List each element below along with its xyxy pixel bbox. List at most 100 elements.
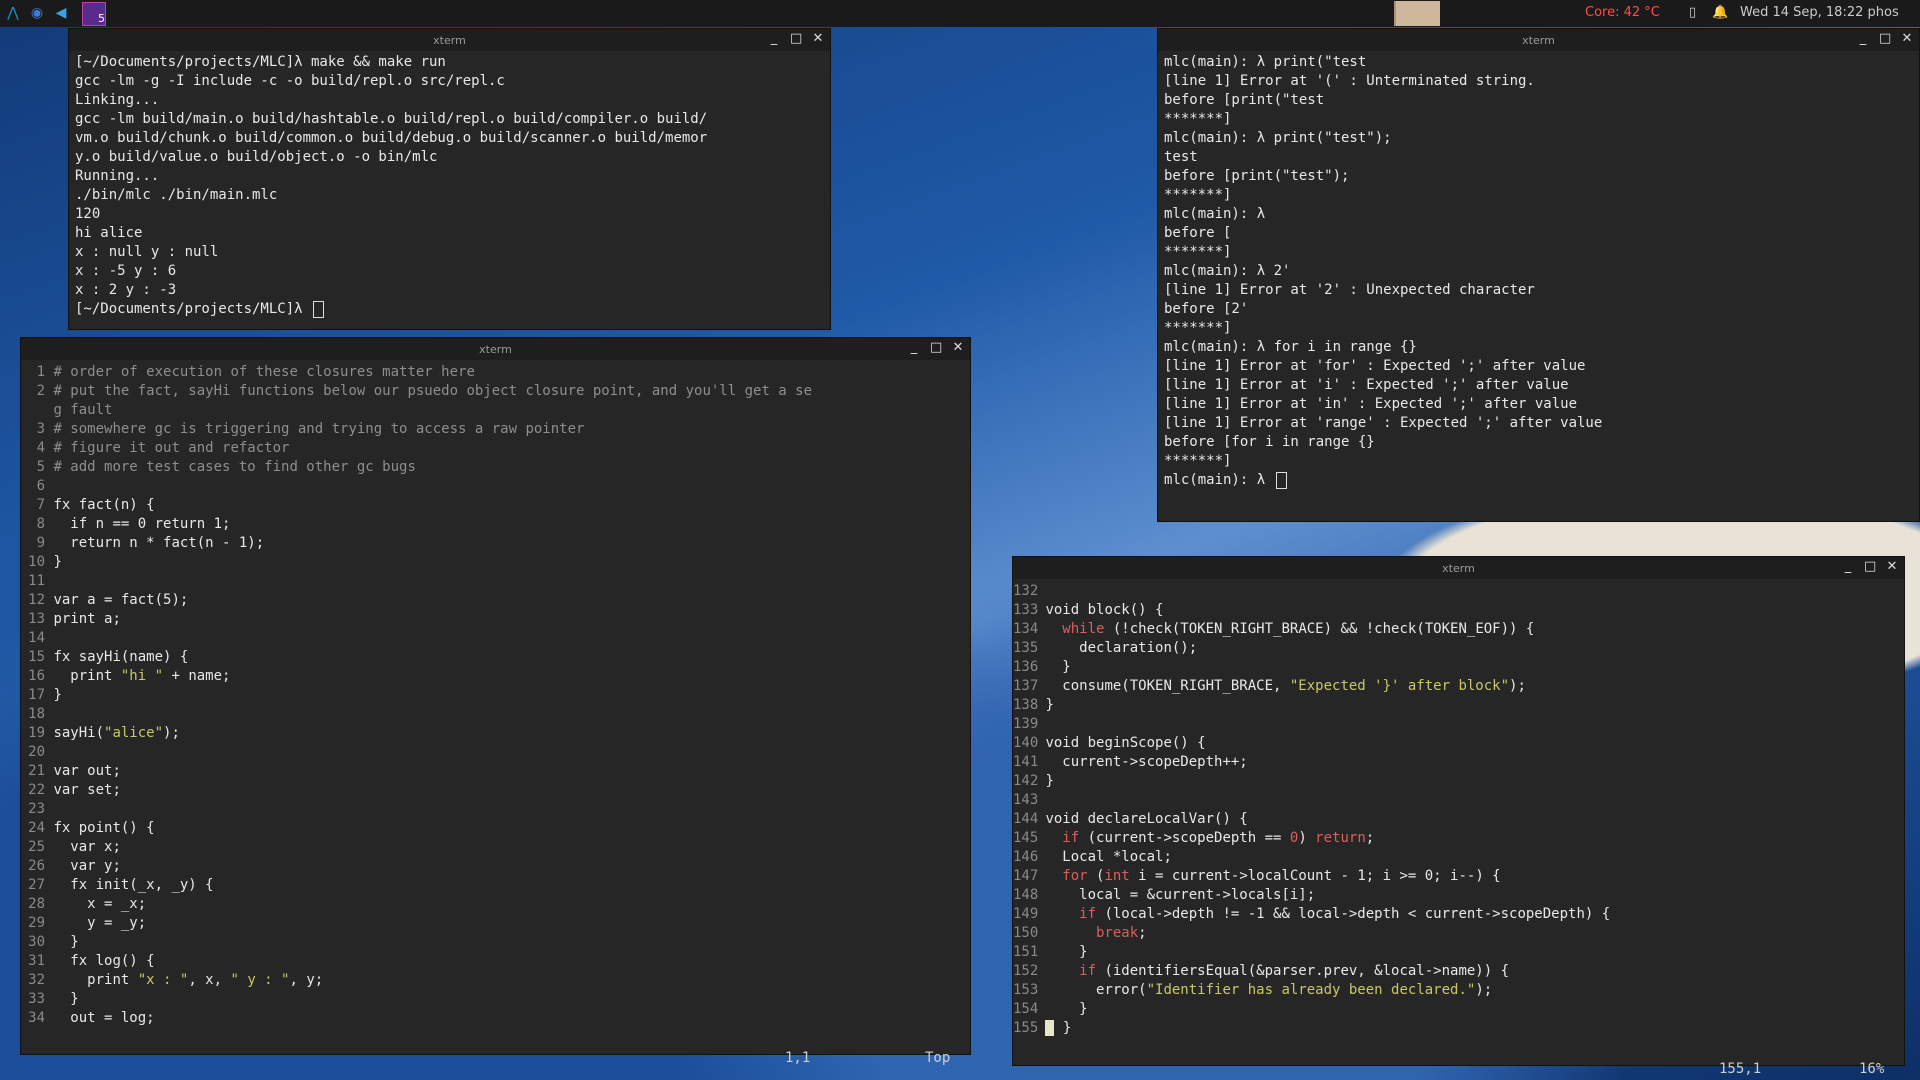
code-token: # add more test cases to find other gc b… bbox=[53, 459, 416, 475]
code-line: 136 } bbox=[1013, 658, 1904, 677]
code-line: 34 out = log; bbox=[21, 1009, 970, 1028]
line-number: 33 bbox=[28, 991, 45, 1007]
xterm-make-window[interactable]: xterm _ □ ✕ [~/Documents/projects/MLC]λ ma… bbox=[68, 28, 831, 330]
code-token: , y; bbox=[289, 972, 324, 988]
line-number: 6 bbox=[36, 478, 45, 494]
code-token: local = &current->locals[i]; bbox=[1045, 887, 1316, 903]
tray-thumbnail[interactable] bbox=[1394, 1, 1440, 26]
close-icon[interactable]: ✕ bbox=[1886, 559, 1898, 574]
code-line: 152 if (identifiersEqual(&parser.prev, &… bbox=[1013, 962, 1904, 981]
code-line: 4 # figure it out and refactor bbox=[21, 439, 970, 458]
code-token: if n == 0 return 1; bbox=[53, 516, 231, 532]
code-token: ; bbox=[1365, 830, 1375, 846]
repl-output[interactable]: mlc(main): λ print("test [line 1] Error a… bbox=[1158, 51, 1919, 490]
code-line: 142 } bbox=[1013, 772, 1904, 791]
code-token: # put the fact, sayHi functions below ou… bbox=[53, 383, 813, 399]
maximize-icon[interactable]: □ bbox=[930, 340, 942, 355]
code-line: 6 bbox=[21, 477, 970, 496]
code-line: 138 } bbox=[1013, 696, 1904, 715]
terminal-line: gcc -lm -g -I include -c -o build/repl.o… bbox=[75, 73, 505, 89]
code-token: } bbox=[1045, 944, 1088, 960]
terminal-cursor bbox=[1275, 471, 1287, 489]
minimize-icon[interactable]: _ bbox=[1857, 31, 1869, 46]
code-token: print bbox=[53, 972, 138, 988]
code-line: 140 void beginScope() { bbox=[1013, 734, 1904, 753]
line-number: 13 bbox=[28, 611, 45, 627]
terminal-line: before [print("test bbox=[1164, 92, 1325, 108]
code-line: 1 # order of execution of these closures… bbox=[21, 363, 970, 382]
line-number: 5 bbox=[36, 459, 45, 475]
code-line: 13 print a; bbox=[21, 610, 970, 629]
line-number: 34 bbox=[28, 1010, 45, 1026]
line-number: 145 bbox=[1013, 830, 1039, 846]
code-token: } bbox=[1045, 1001, 1088, 1017]
code-token: (!check(TOKEN_RIGHT_BRACE) && !check(TOK… bbox=[1104, 621, 1535, 637]
vscode-icon[interactable]: ◀ bbox=[52, 4, 70, 22]
code-token: break bbox=[1096, 925, 1139, 941]
code-token: fx sayHi(name) { bbox=[53, 649, 189, 665]
window-titlebar[interactable]: xterm _ □ ✕ bbox=[1013, 557, 1904, 579]
terminal-line: y.o build/value.o build/object.o -o bin/… bbox=[75, 149, 438, 165]
code-token: if bbox=[1079, 906, 1097, 922]
xterm-vim-mlc-window[interactable]: xterm _ □ ✕ 1 # order of execution of thes… bbox=[20, 337, 971, 1066]
line-number: 149 bbox=[1013, 906, 1039, 922]
window-titlebar[interactable]: xterm _ □ ✕ bbox=[1158, 29, 1919, 51]
arch-icon[interactable]: ⋀ bbox=[4, 4, 22, 22]
line-number: 155 bbox=[1013, 1020, 1039, 1036]
code-line: 11 bbox=[21, 572, 970, 591]
minimize-icon[interactable]: _ bbox=[768, 31, 780, 46]
code-line: 149 if (local->depth != -1 && local->dep… bbox=[1013, 905, 1904, 924]
line-number: 4 bbox=[36, 440, 45, 456]
line-number: 32 bbox=[28, 972, 45, 988]
code-token: } bbox=[1054, 1020, 1072, 1036]
workspace-badge[interactable]: 5 bbox=[82, 2, 106, 26]
code-token: } bbox=[1045, 659, 1071, 675]
minimize-icon[interactable]: _ bbox=[1842, 559, 1854, 574]
code-token: while bbox=[1062, 621, 1105, 637]
line-number: 152 bbox=[1013, 963, 1039, 979]
terminal-line: [line 1] Error at 'i' : Expected ';' aft… bbox=[1164, 377, 1569, 393]
bell-icon[interactable]: 🔔 bbox=[1712, 5, 1728, 20]
minimize-icon[interactable]: _ bbox=[908, 340, 920, 355]
line-number: 26 bbox=[28, 858, 45, 874]
terminal-line: Running... bbox=[75, 168, 160, 184]
xterm-vim-c-window[interactable]: xterm _ □ ✕ 132 133 void block() {134 whil… bbox=[1012, 556, 1905, 1077]
cursor-position: 1,1 bbox=[785, 1050, 811, 1066]
close-icon[interactable]: ✕ bbox=[812, 31, 824, 46]
xterm-repl-window[interactable]: xterm _ □ ✕ mlc(main): λ print("test [line … bbox=[1157, 28, 1920, 522]
code-line: 134 while (!check(TOKEN_RIGHT_BRACE) && … bbox=[1013, 620, 1904, 639]
terminal-line: before [2' bbox=[1164, 301, 1249, 317]
maximize-icon[interactable]: □ bbox=[790, 31, 802, 46]
code-token: } bbox=[53, 934, 79, 950]
close-icon[interactable]: ✕ bbox=[952, 340, 964, 355]
close-icon[interactable]: ✕ bbox=[1901, 31, 1913, 46]
scroll-percent: Top bbox=[925, 1050, 951, 1066]
terminal-line: mlc(main): λ bbox=[1164, 206, 1266, 222]
terminal-line: mlc(main): λ print("test bbox=[1164, 54, 1367, 70]
firefox-icon[interactable]: ◉ bbox=[28, 4, 46, 22]
terminal-line: ./bin/mlc ./bin/main.mlc bbox=[75, 187, 278, 203]
code-line: 143 bbox=[1013, 791, 1904, 810]
window-titlebar[interactable]: xterm _ □ ✕ bbox=[69, 29, 830, 51]
window-titlebar[interactable]: xterm _ □ ✕ bbox=[21, 338, 970, 360]
line-number: 3 bbox=[36, 421, 45, 437]
code-token: } bbox=[53, 554, 62, 570]
terminal-output[interactable]: [~/Documents/projects/MLC]λ make && make… bbox=[69, 51, 830, 319]
maximize-icon[interactable]: □ bbox=[1879, 31, 1891, 46]
battery-icon[interactable]: ▯ bbox=[1689, 5, 1696, 20]
terminal-cursor bbox=[313, 300, 325, 318]
terminal-line: *******] bbox=[1164, 453, 1232, 469]
vim-buffer[interactable]: 1 # order of execution of these closures… bbox=[21, 360, 970, 1028]
code-token: ) bbox=[1298, 830, 1316, 846]
code-line: 29 y = _y; bbox=[21, 914, 970, 933]
maximize-icon[interactable]: □ bbox=[1864, 559, 1876, 574]
terminal-line: vm.o build/chunk.o build/common.o build/… bbox=[75, 130, 708, 146]
code-line: 148 local = &current->locals[i]; bbox=[1013, 886, 1904, 905]
line-number: 141 bbox=[1013, 754, 1039, 770]
vim-buffer[interactable]: 132 133 void block() {134 while (!check(… bbox=[1013, 579, 1904, 1038]
line-number: 17 bbox=[28, 687, 45, 703]
code-line: 17 } bbox=[21, 686, 970, 705]
code-line: 132 bbox=[1013, 582, 1904, 601]
